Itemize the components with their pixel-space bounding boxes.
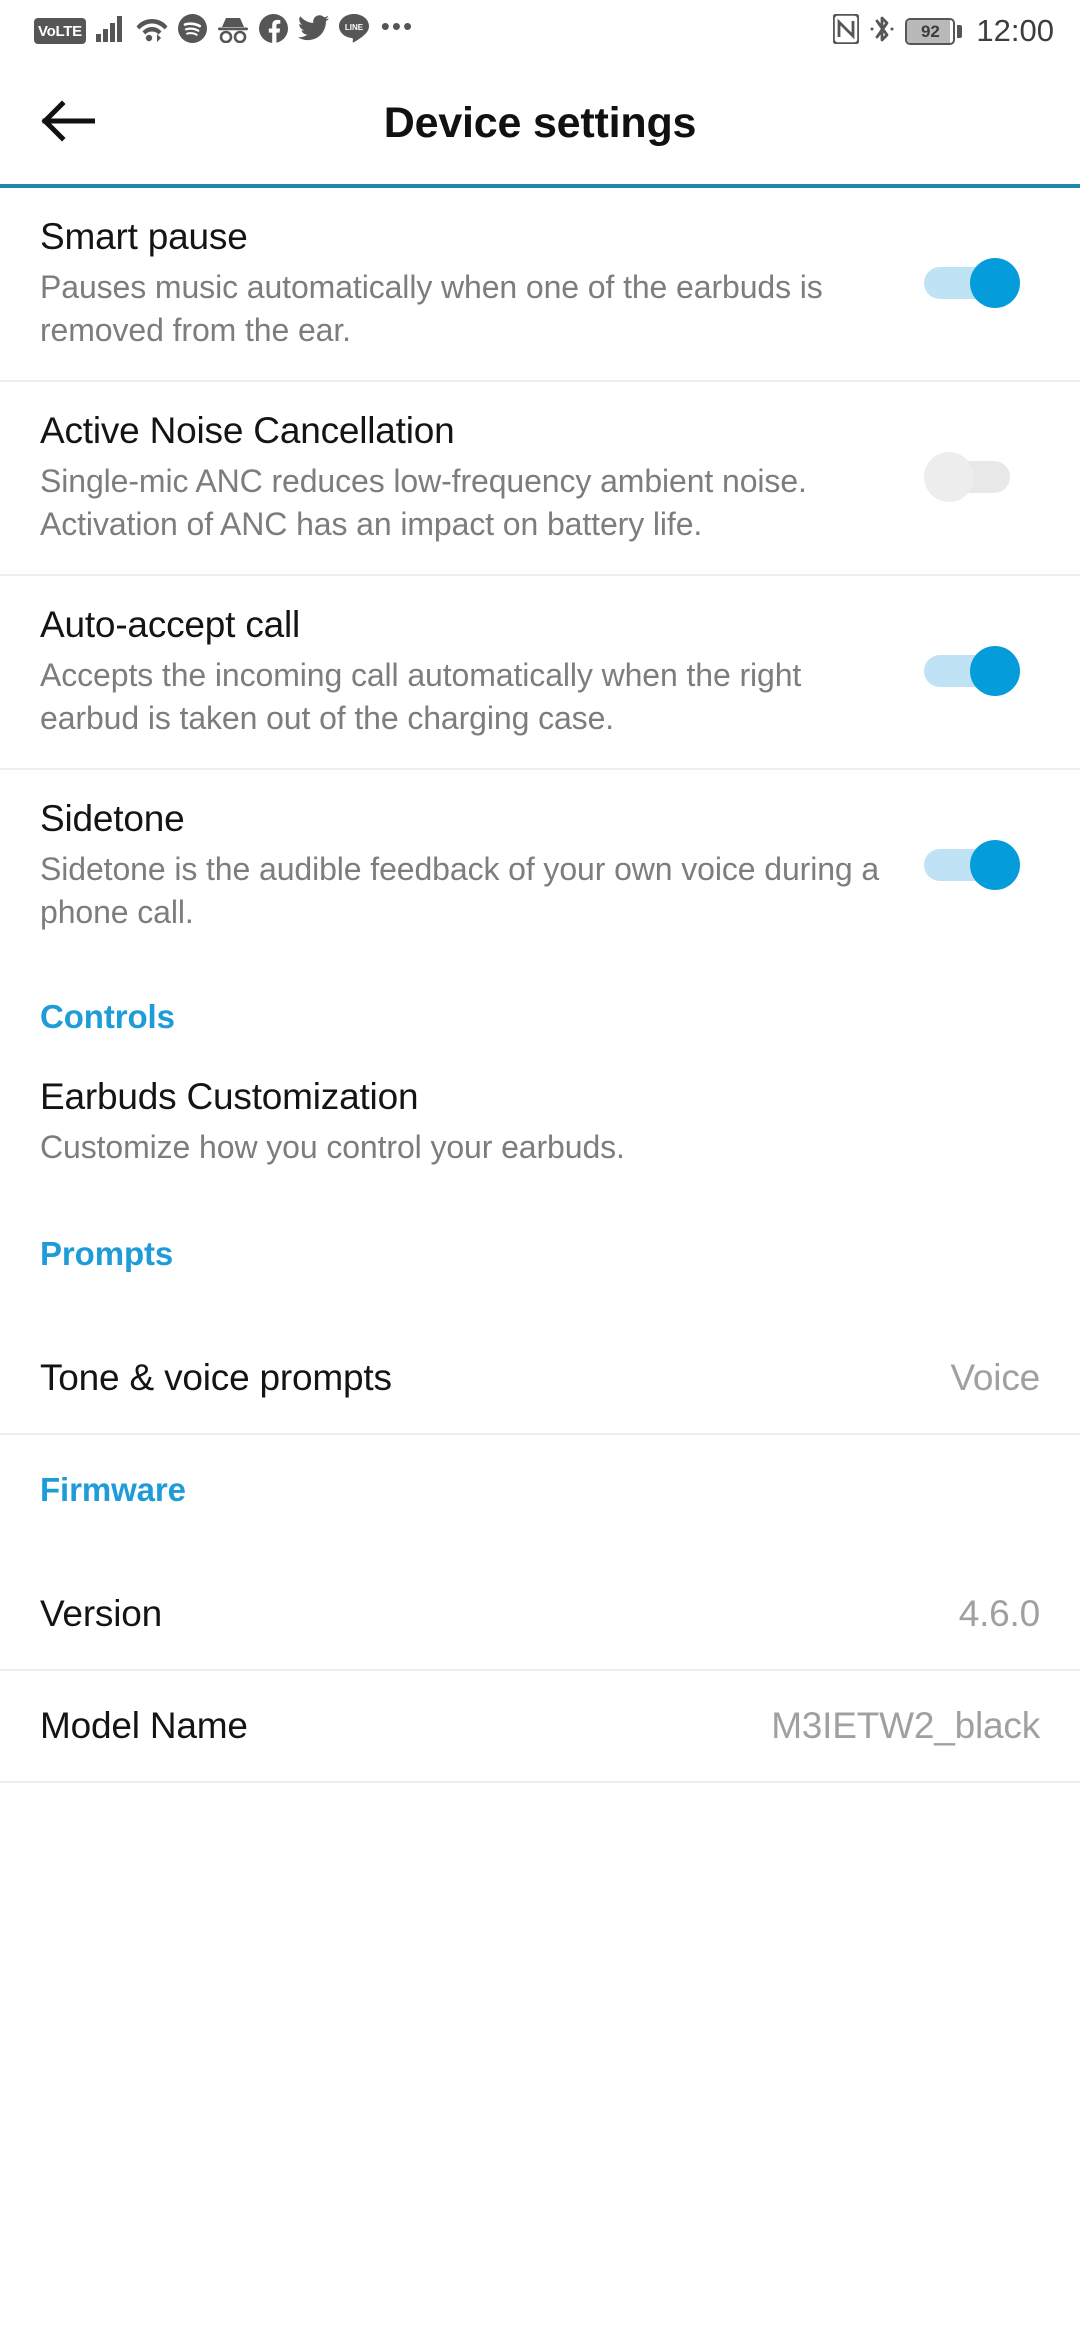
- status-bar-right-icons: 92 12:00: [832, 12, 1054, 50]
- section-header-firmware: Firmware: [40, 1470, 186, 1508]
- toggle-thumb: [970, 645, 1020, 696]
- setting-title: Auto-accept call: [40, 603, 301, 645]
- toggle-thumb: [970, 839, 1020, 890]
- battery-percent-label: 92: [920, 21, 940, 41]
- page-title: Device settings: [383, 98, 697, 147]
- setting-description: Accepts the incoming call automatically …: [40, 656, 802, 736]
- battery-icon: 92: [905, 17, 963, 45]
- device-settings-screen: VoLTE LINE ••• 92 12:00 Device settings …: [0, 0, 1080, 2340]
- section-header-controls: Controls: [40, 997, 175, 1035]
- setting-text-active-noise-cancellation: Active Noise Cancellation Single-mic ANC…: [40, 408, 924, 546]
- toggle-active-noise-cancellation[interactable]: [924, 451, 1020, 502]
- signal-bars-icon: [95, 15, 126, 47]
- setting-row-version[interactable]: Version 4.6.0: [0, 1559, 1080, 1671]
- toggle-auto-accept-call[interactable]: [924, 645, 1020, 696]
- toggle-thumb: [970, 257, 1020, 308]
- setting-value: M3IETW2_black: [771, 1704, 1040, 1746]
- status-bar: VoLTE LINE ••• 92 12:00: [0, 0, 1080, 62]
- setting-title: Sidetone: [40, 797, 185, 839]
- spotify-icon: [177, 14, 207, 48]
- setting-value: 4.6.0: [958, 1592, 1040, 1634]
- nfc-icon: [832, 12, 861, 49]
- setting-description: Customize how you control your earbuds.: [40, 1128, 625, 1165]
- twitter-icon: [297, 15, 329, 47]
- status-bar-clock: 12:00: [976, 13, 1054, 48]
- setting-row-active-noise-cancellation[interactable]: Active Noise Cancellation Single-mic ANC…: [0, 382, 1080, 576]
- volte-icon: VoLTE: [34, 18, 86, 44]
- setting-title: Smart pause: [40, 216, 248, 257]
- facebook-icon: [258, 14, 288, 48]
- incognito-icon: [217, 15, 249, 48]
- more-notifications-icon: •••: [380, 11, 415, 41]
- firmware-spacer: [0, 1525, 1080, 1559]
- wifi-icon: [136, 16, 168, 47]
- setting-row-tone-voice-prompts[interactable]: Tone & voice prompts Voice: [0, 1323, 1080, 1435]
- line-icon: LINE: [338, 14, 369, 48]
- setting-description: Single-mic ANC reduces low-frequency amb…: [40, 463, 807, 542]
- setting-description: Pauses music automatically when one of t…: [40, 269, 823, 348]
- section-header-prompts: Prompts: [40, 1234, 174, 1272]
- setting-text-sidetone: Sidetone Sidetone is the audible feedbac…: [40, 796, 924, 934]
- setting-label: Tone & voice prompts: [40, 1356, 392, 1398]
- setting-description: Sidetone is the audible feedback of your…: [40, 850, 880, 930]
- setting-row-sidetone[interactable]: Sidetone Sidetone is the audible feedbac…: [0, 770, 1080, 962]
- setting-row-earbuds-customization[interactable]: Earbuds Customization Customize how you …: [0, 1052, 1080, 1199]
- setting-row-model-name[interactable]: Model Name M3IETW2_black: [0, 1671, 1080, 1783]
- setting-row-auto-accept-call[interactable]: Auto-accept call Accepts the incoming ca…: [0, 576, 1080, 770]
- toggle-thumb: [924, 451, 974, 502]
- status-bar-left-icons: VoLTE LINE •••: [34, 11, 833, 48]
- setting-row-smart-pause[interactable]: Smart pause Pauses music automatically w…: [0, 188, 1080, 382]
- setting-label: Model Name: [40, 1704, 248, 1746]
- svg-text:LINE: LINE: [345, 23, 364, 32]
- app-bar: Device settings: [0, 62, 1080, 184]
- back-arrow-icon: [39, 99, 96, 147]
- setting-value: Voice: [950, 1356, 1040, 1398]
- setting-text-smart-pause: Smart pause Pauses music automatically w…: [40, 214, 924, 352]
- setting-label: Version: [40, 1592, 163, 1634]
- prompts-spacer: [0, 1289, 1080, 1323]
- toggle-sidetone[interactable]: [924, 839, 1020, 890]
- bluetooth-icon: [870, 13, 894, 50]
- setting-text-auto-accept-call: Auto-accept call Accepts the incoming ca…: [40, 602, 924, 740]
- setting-title: Active Noise Cancellation: [40, 409, 455, 451]
- setting-title: Earbuds Customization: [40, 1075, 419, 1117]
- toggle-smart-pause[interactable]: [924, 257, 1020, 308]
- settings-list: Smart pause Pauses music automatically w…: [0, 188, 1080, 1783]
- back-button[interactable]: [28, 84, 106, 162]
